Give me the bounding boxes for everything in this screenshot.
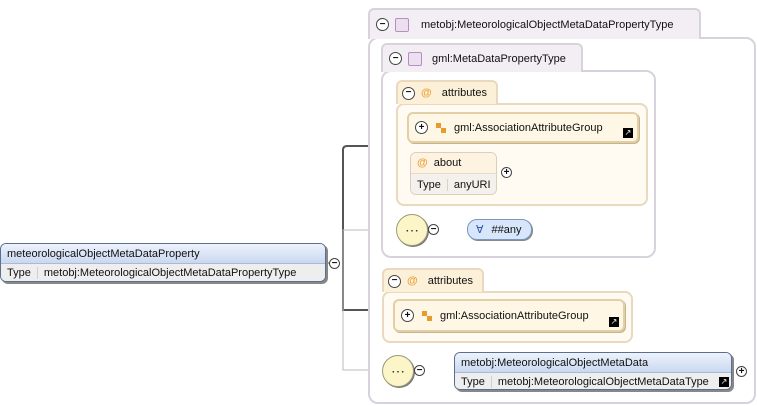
collapse-icon[interactable]: − — [389, 52, 402, 65]
attribute-group-icon — [422, 310, 432, 321]
inner-attributes-label: attributes — [441, 87, 487, 99]
outer-attributes-header[interactable]: − @ attributes — [382, 268, 484, 292]
sequence-collapse-button[interactable]: − — [428, 224, 439, 235]
outer-complex-type-header[interactable]: − metobj:MeteorologicalObjectMetaDataPro… — [368, 8, 701, 39]
inner-attributes-header[interactable]: − @ attributes — [396, 80, 498, 104]
sequence-icon[interactable]: ⋯ — [396, 214, 428, 246]
about-attribute-name: about — [433, 157, 462, 169]
about-expand-button[interactable]: + — [501, 167, 512, 178]
outer-complex-type-label: metobj:MeteorologicalObjectMetaDataPrope… — [421, 18, 674, 31]
type-label: Type — [411, 178, 448, 191]
child-element-type-row: Type metobj:MeteorologicalObjectMetaData… — [455, 373, 731, 389]
attribute-icon: @ — [417, 157, 428, 169]
type-label: Type — [455, 376, 492, 388]
child-element-name: metobj:MeteorologicalObjectMetaData — [455, 353, 731, 373]
outer-attribute-group[interactable]: + gml:AssociationAttributeGroup ↗ — [393, 299, 625, 332]
attribute-group-name: gml:AssociationAttributeGroup — [440, 309, 589, 322]
sequence-collapse-button[interactable]: − — [414, 365, 425, 376]
sequence-icon[interactable]: ⋯ — [382, 355, 414, 387]
type-value: anyURI — [453, 178, 491, 191]
complex-type-icon — [408, 51, 422, 66]
inner-complex-type-header[interactable]: − gml:MetaDataPropertyType — [381, 43, 583, 72]
attribute-group-name: gml:AssociationAttributeGroup — [454, 121, 603, 134]
link-icon[interactable]: ↗ — [609, 317, 619, 327]
about-type-row: Type anyURI — [411, 174, 496, 194]
about-attribute[interactable]: @ about Type anyURI — [410, 152, 497, 195]
any-wildcard[interactable]: ∀ ##any — [467, 219, 532, 240]
expand-icon[interactable]: + — [401, 309, 414, 322]
type-value: metobj:MeteorologicalObjectMetaDataType — [497, 376, 709, 388]
root-element-name: meteorologicalObjectMetaDataProperty — [1, 244, 325, 264]
complex-type-icon — [395, 17, 409, 32]
attribute-icon: @ — [421, 87, 432, 99]
forall-icon: ∀ — [476, 224, 484, 236]
collapse-icon[interactable]: − — [402, 86, 415, 100]
about-attribute-header: @ about — [411, 153, 496, 174]
outer-attributes-label: attributes — [427, 275, 473, 287]
inner-complex-type-label: gml:MetaDataPropertyType — [432, 52, 566, 65]
attribute-icon: @ — [407, 275, 418, 287]
collapse-icon[interactable]: − — [376, 18, 389, 31]
attribute-group-icon — [436, 122, 446, 133]
root-element-box[interactable]: meteorologicalObjectMetaDataProperty Typ… — [0, 243, 326, 282]
root-collapse-button[interactable]: − — [329, 258, 340, 269]
link-icon[interactable]: ↗ — [719, 377, 729, 387]
root-element-type-row: Type metobj:MeteorologicalObjectMetaData… — [1, 264, 325, 281]
child-element-box[interactable]: metobj:MeteorologicalObjectMetaData Type… — [454, 352, 732, 390]
type-value: metobj:MeteorologicalObjectMetaDataPrope… — [43, 267, 297, 279]
type-label: Type — [1, 267, 38, 279]
child-expand-button[interactable]: + — [736, 366, 747, 377]
wildcard-label: ##any — [491, 223, 522, 236]
collapse-icon[interactable]: − — [388, 274, 401, 288]
link-icon[interactable]: ↗ — [623, 128, 633, 138]
expand-icon[interactable]: + — [415, 121, 428, 134]
inner-attribute-group[interactable]: + gml:AssociationAttributeGroup ↗ — [407, 112, 639, 143]
